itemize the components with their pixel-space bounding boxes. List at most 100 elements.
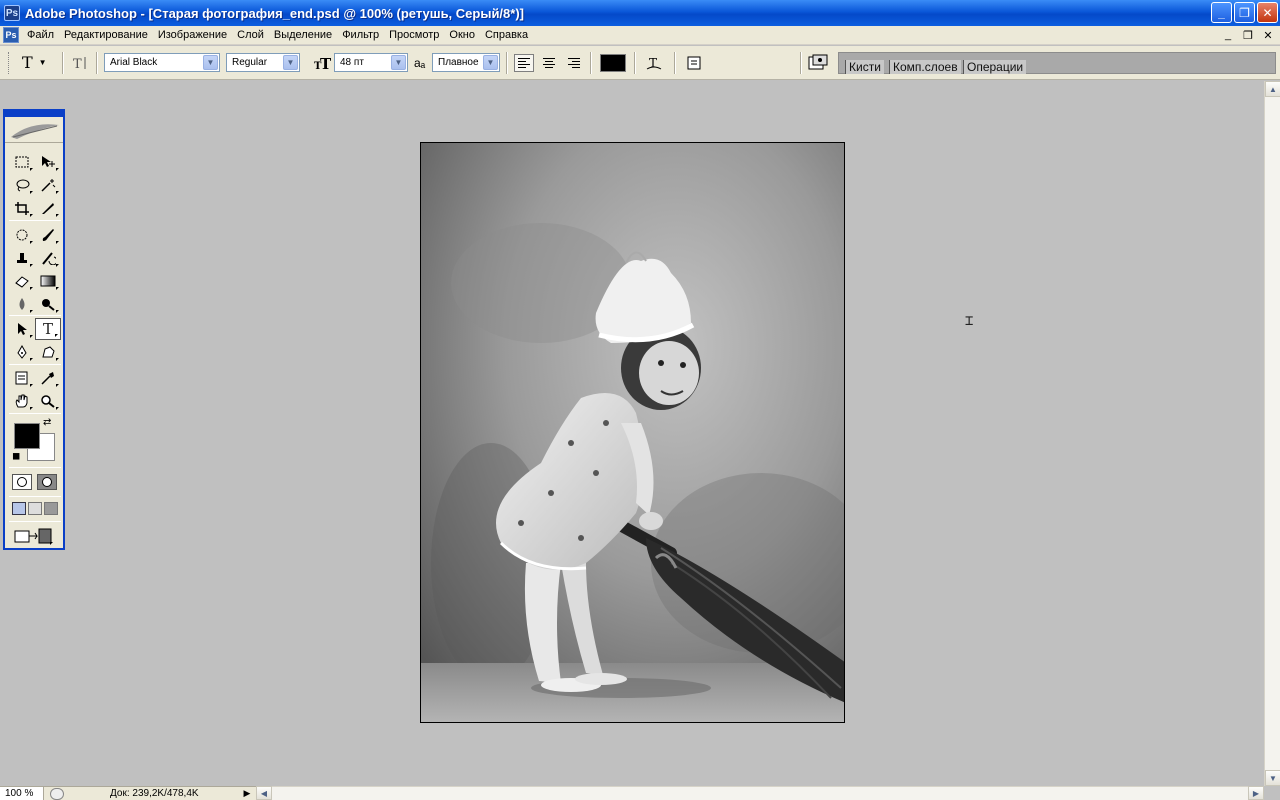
move-tool-icon[interactable] [35, 151, 61, 173]
photoshop-window: Ps Adobe Photoshop - [Старая фотография_… [0, 0, 1280, 800]
align-right-button[interactable] [563, 54, 583, 72]
menu-layer[interactable]: Слой [233, 29, 270, 41]
feather-logo-icon[interactable] [5, 117, 63, 143]
text-orientation-icon: T [73, 56, 86, 71]
font-style-select[interactable]: Regular ▼ [226, 53, 300, 72]
tab-brushes[interactable]: Кисти [845, 60, 884, 74]
menu-select[interactable]: Выделение [270, 29, 338, 41]
file-browser-icon [808, 54, 828, 69]
text-color-swatch[interactable] [600, 54, 626, 72]
menu-view[interactable]: Просмотр [385, 29, 445, 41]
notes-tool-icon[interactable] [9, 367, 35, 389]
jump-to-imageready-icon[interactable] [11, 525, 55, 547]
full-screen-mode-button[interactable] [44, 502, 58, 515]
history-brush-tool-icon[interactable] [35, 247, 61, 269]
default-colors-icon[interactable]: ◼ [12, 451, 20, 462]
svg-text:T: T [320, 55, 332, 71]
magic-wand-tool-icon[interactable] [35, 174, 61, 196]
scroll-down-icon[interactable]: ▼ [1265, 770, 1280, 786]
options-grip[interactable] [8, 52, 10, 74]
title-bar[interactable]: Ps Adobe Photoshop - [Старая фотография_… [0, 0, 1280, 26]
horizontal-scrollbar[interactable]: ◀ ▶ [256, 786, 1264, 800]
align-left-button[interactable] [514, 54, 534, 72]
menu-filter[interactable]: Фильтр [338, 29, 385, 41]
clone-stamp-tool-icon[interactable] [9, 247, 35, 269]
menu-image[interactable]: Изображение [154, 29, 233, 41]
eyedropper-tool-icon[interactable] [35, 367, 61, 389]
warp-text-button[interactable]: T [644, 52, 664, 73]
selection-tools [9, 151, 61, 219]
scroll-left-icon[interactable]: ◀ [256, 786, 272, 800]
crop-tool-icon[interactable] [9, 197, 35, 219]
status-menu-arrow-icon[interactable]: ▶ [240, 787, 254, 800]
menu-edit[interactable]: Редактирование [60, 29, 154, 41]
marquee-tool-icon[interactable] [9, 151, 35, 173]
separator [800, 52, 802, 74]
separator [9, 413, 61, 414]
antialias-icon: aₐ [414, 55, 426, 70]
font-size-select[interactable]: 48 пт ▼ [334, 53, 408, 72]
separator [634, 52, 636, 74]
slice-tool-icon[interactable] [35, 197, 61, 219]
warp-text-icon: T [646, 56, 662, 70]
tab-layer-comps[interactable]: Комп.слоев [889, 60, 961, 74]
pen-tool-icon[interactable] [9, 341, 35, 363]
brush-tool-icon[interactable] [35, 224, 61, 246]
standard-screen-mode-button[interactable] [12, 502, 26, 515]
align-center-button[interactable] [539, 54, 559, 72]
custom-shape-tool-icon[interactable] [35, 341, 61, 363]
path-selection-tool-icon[interactable] [9, 318, 35, 340]
separator [674, 52, 676, 74]
gradient-tool-icon[interactable] [35, 270, 61, 292]
scroll-right-icon[interactable]: ▶ [1248, 786, 1264, 800]
eraser-tool-icon[interactable] [9, 270, 35, 292]
font-family-select[interactable]: Arial Black ▼ [104, 53, 220, 72]
document-controls: _ ❐ ✕ [1220, 27, 1276, 43]
status-options-icon[interactable] [50, 788, 64, 800]
separator [9, 467, 61, 468]
separator [96, 52, 98, 74]
dodge-tool-icon[interactable] [35, 293, 61, 315]
document-size-info: Док: 239,2K/478,4K [110, 788, 199, 799]
scroll-up-icon[interactable]: ▲ [1265, 81, 1280, 97]
doc-restore-button[interactable]: ❐ [1240, 27, 1256, 43]
old-photograph-image [421, 143, 844, 722]
file-browser-button[interactable] [806, 52, 830, 73]
quick-mask-mode-button[interactable] [37, 474, 57, 490]
separator [9, 364, 61, 365]
antialias-select[interactable]: Плавное ▼ [432, 53, 500, 72]
document-icon[interactable]: Ps [3, 27, 19, 43]
document-canvas[interactable] [420, 142, 845, 723]
doc-close-button[interactable]: ✕ [1260, 27, 1276, 43]
close-button[interactable]: ✕ [1257, 2, 1278, 23]
menu-window[interactable]: Окно [445, 29, 481, 41]
blur-tool-icon[interactable] [9, 293, 35, 315]
zoom-tool-icon[interactable] [35, 390, 61, 412]
svg-text:T: T [73, 57, 82, 71]
palette-well: Кисти Комп.слоев Операции [838, 52, 1276, 74]
separator [9, 496, 61, 497]
maximize-button[interactable]: ❐ [1234, 2, 1255, 23]
full-screen-menu-mode-button[interactable] [28, 502, 42, 515]
standard-mode-button[interactable] [12, 474, 32, 490]
vertical-scrollbar[interactable]: ▲ ▼ [1264, 81, 1280, 786]
doc-minimize-button[interactable]: _ [1220, 27, 1236, 43]
type-tool-icon[interactable]: T [35, 318, 61, 340]
foreground-color-swatch[interactable] [14, 423, 40, 449]
menu-help[interactable]: Справка [481, 29, 534, 41]
tab-actions[interactable]: Операции [963, 60, 1027, 74]
toolbox: T ⇄ ◼ [3, 109, 65, 550]
font-size-icon: TT [312, 52, 334, 73]
zoom-level-field[interactable]: 100 % [0, 787, 44, 800]
tool-preset-picker[interactable]: T ▼ [22, 52, 47, 73]
photoshop-app-icon[interactable]: Ps [4, 5, 20, 21]
palettes-button[interactable] [684, 52, 704, 73]
lasso-tool-icon[interactable] [9, 174, 35, 196]
status-bar: 100 % Док: 239,2K/478,4K ▶ [0, 786, 256, 800]
text-orientation-button[interactable]: T [70, 52, 90, 73]
swap-colors-icon[interactable]: ⇄ [43, 417, 51, 428]
menu-file[interactable]: Файл [23, 29, 60, 41]
hand-tool-icon[interactable] [9, 390, 35, 412]
healing-brush-tool-icon[interactable] [9, 224, 35, 246]
minimize-button[interactable]: _ [1211, 2, 1232, 23]
